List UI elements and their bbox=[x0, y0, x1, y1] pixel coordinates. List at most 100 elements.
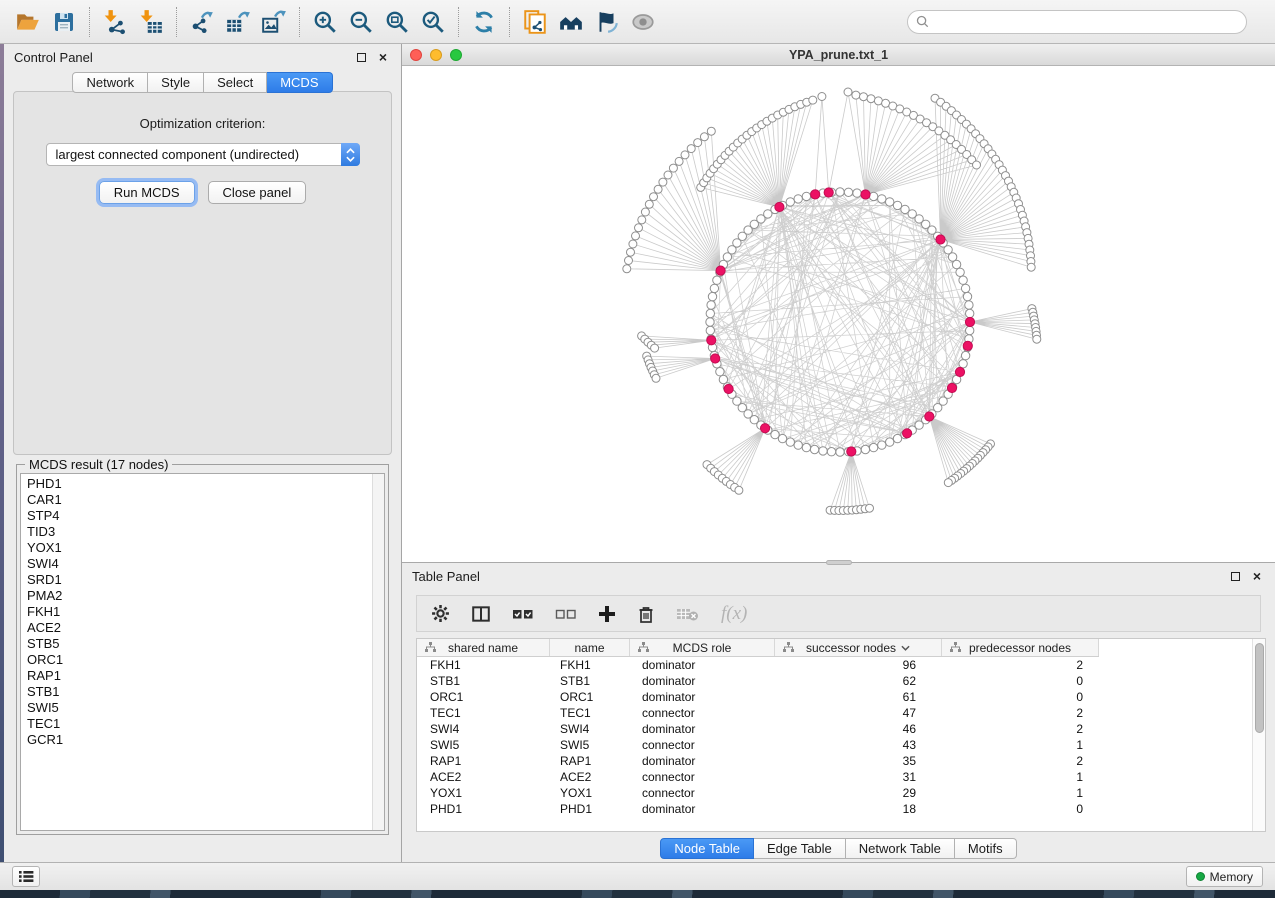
close-panel-button[interactable]: Close panel bbox=[208, 181, 307, 204]
result-item[interactable]: RAP1 bbox=[27, 668, 372, 684]
result-item[interactable]: CAR1 bbox=[27, 492, 372, 508]
tab-edge-table[interactable]: Edge Table bbox=[754, 838, 846, 859]
import-network-icon[interactable] bbox=[97, 5, 133, 39]
result-item[interactable]: SRD1 bbox=[27, 572, 372, 588]
criterion-select[interactable]: largest connected component (undirected) bbox=[46, 143, 360, 166]
tab-motifs[interactable]: Motifs bbox=[955, 838, 1017, 859]
result-list-scrollbar[interactable] bbox=[372, 474, 384, 830]
table-cell: 2 bbox=[942, 705, 1099, 721]
table-row[interactable]: SWI4SWI4dominator462 bbox=[417, 721, 1265, 737]
toolbar-separator bbox=[299, 7, 300, 37]
refresh-icon[interactable] bbox=[466, 5, 502, 39]
table-row[interactable]: ORC1ORC1dominator610 bbox=[417, 689, 1265, 705]
table-cell: YOX1 bbox=[417, 785, 550, 801]
zoom-in-icon[interactable] bbox=[307, 5, 343, 39]
table-row[interactable]: FKH1FKH1dominator962 bbox=[417, 657, 1265, 673]
float-panel-icon[interactable] bbox=[353, 49, 369, 65]
deselect-all-icon[interactable] bbox=[555, 606, 577, 622]
column-header-predecessor-nodes[interactable]: predecessor nodes bbox=[942, 639, 1099, 656]
table-row[interactable]: RAP1RAP1dominator352 bbox=[417, 753, 1265, 769]
result-item[interactable]: PHD1 bbox=[27, 476, 372, 492]
import-table-icon[interactable] bbox=[133, 5, 169, 39]
result-item[interactable]: YOX1 bbox=[27, 540, 372, 556]
export-image-icon[interactable] bbox=[256, 5, 292, 39]
table-header-row: shared namenameMCDS rolesuccessor nodesp… bbox=[417, 639, 1099, 657]
result-item[interactable]: ACE2 bbox=[27, 620, 372, 636]
table-cell: 35 bbox=[775, 753, 942, 769]
table-cell: ACE2 bbox=[417, 769, 550, 785]
settings-gear-icon[interactable] bbox=[431, 604, 450, 623]
column-header-name[interactable]: name bbox=[550, 639, 630, 656]
tab-node-table[interactable]: Node Table bbox=[660, 838, 754, 859]
tab-select[interactable]: Select bbox=[204, 72, 267, 93]
table-row[interactable]: PHD1PHD1dominator180 bbox=[417, 801, 1265, 817]
run-mcds-button[interactable]: Run MCDS bbox=[99, 181, 195, 204]
result-item[interactable]: PMA2 bbox=[27, 588, 372, 604]
result-item[interactable]: TEC1 bbox=[27, 716, 372, 732]
tab-network-table[interactable]: Network Table bbox=[846, 838, 955, 859]
task-list-icon bbox=[19, 870, 34, 883]
hide-selected-icon[interactable] bbox=[589, 5, 625, 39]
toolbar-separator bbox=[176, 7, 177, 37]
network-canvas[interactable] bbox=[402, 66, 1275, 562]
control-panel: Control Panel × NetworkStyleSelectMCDS O… bbox=[4, 44, 402, 862]
column-header-successor-nodes[interactable]: successor nodes bbox=[775, 639, 942, 656]
result-item[interactable]: GCR1 bbox=[27, 732, 372, 748]
search-field[interactable] bbox=[907, 10, 1247, 34]
search-input[interactable] bbox=[934, 15, 1238, 29]
mcds-result-box: MCDS result (17 nodes) PHD1CAR1STP4TID3Y… bbox=[16, 464, 389, 835]
table-row[interactable]: YOX1YOX1connector291 bbox=[417, 785, 1265, 801]
scrollbar-thumb[interactable] bbox=[1255, 643, 1264, 733]
memory-button[interactable]: Memory bbox=[1186, 866, 1263, 887]
table-cell: connector bbox=[630, 737, 775, 753]
table-row[interactable]: STB1STB1dominator620 bbox=[417, 673, 1265, 689]
save-icon[interactable] bbox=[46, 5, 82, 39]
result-item[interactable]: SWI5 bbox=[27, 700, 372, 716]
table-cell: 29 bbox=[775, 785, 942, 801]
close-panel-icon[interactable]: × bbox=[375, 49, 391, 65]
task-history-button[interactable] bbox=[12, 866, 40, 887]
zoom-fit-icon[interactable] bbox=[379, 5, 415, 39]
delete-column-icon[interactable] bbox=[637, 605, 655, 623]
table-cell: FKH1 bbox=[550, 657, 630, 673]
export-network-icon[interactable] bbox=[184, 5, 220, 39]
zoom-out-icon[interactable] bbox=[343, 5, 379, 39]
result-item[interactable]: ORC1 bbox=[27, 652, 372, 668]
splitter-handle[interactable] bbox=[826, 560, 852, 565]
column-layout-icon[interactable] bbox=[471, 604, 491, 624]
result-item[interactable]: STP4 bbox=[27, 508, 372, 524]
criterion-value: largest connected component (undirected) bbox=[47, 147, 341, 162]
network-title: YPA_prune.txt_1 bbox=[402, 48, 1275, 62]
table-cell: 1 bbox=[942, 785, 1099, 801]
result-item[interactable]: FKH1 bbox=[27, 604, 372, 620]
table-row[interactable]: ACE2ACE2connector311 bbox=[417, 769, 1265, 785]
table-cell: SWI5 bbox=[417, 737, 550, 753]
open-folder-icon[interactable] bbox=[10, 5, 46, 39]
tab-network[interactable]: Network bbox=[72, 72, 148, 93]
table-tabs: Node TableEdge TableNetwork TableMotifs bbox=[402, 832, 1275, 862]
desktop-wallpaper-bottom bbox=[0, 890, 1275, 898]
tab-mcds[interactable]: MCDS bbox=[267, 72, 332, 93]
first-neighbors-icon[interactable] bbox=[553, 5, 589, 39]
zoom-selected-icon[interactable] bbox=[415, 5, 451, 39]
tab-style[interactable]: Style bbox=[148, 72, 204, 93]
result-item[interactable]: SWI4 bbox=[27, 556, 372, 572]
network-file-icon[interactable] bbox=[517, 5, 553, 39]
column-header-MCDS-role[interactable]: MCDS role bbox=[630, 639, 775, 656]
column-header-shared-name[interactable]: shared name bbox=[417, 639, 550, 656]
result-item[interactable]: STB1 bbox=[27, 684, 372, 700]
float-table-panel-icon[interactable] bbox=[1227, 568, 1243, 584]
add-column-icon[interactable] bbox=[598, 605, 616, 623]
export-table-icon[interactable] bbox=[220, 5, 256, 39]
table-scrollbar[interactable] bbox=[1252, 639, 1265, 831]
table-cell: 0 bbox=[942, 689, 1099, 705]
network-graph[interactable] bbox=[402, 66, 1275, 562]
close-table-panel-icon[interactable]: × bbox=[1249, 568, 1265, 584]
result-item[interactable]: STB5 bbox=[27, 636, 372, 652]
table-row[interactable]: TEC1TEC1connector472 bbox=[417, 705, 1265, 721]
table-row[interactable]: SWI5SWI5connector431 bbox=[417, 737, 1265, 753]
network-view-window: YPA_prune.txt_1 bbox=[402, 44, 1275, 563]
select-all-icon[interactable] bbox=[512, 606, 534, 622]
network-title-bar: YPA_prune.txt_1 bbox=[402, 44, 1275, 66]
result-item[interactable]: TID3 bbox=[27, 524, 372, 540]
